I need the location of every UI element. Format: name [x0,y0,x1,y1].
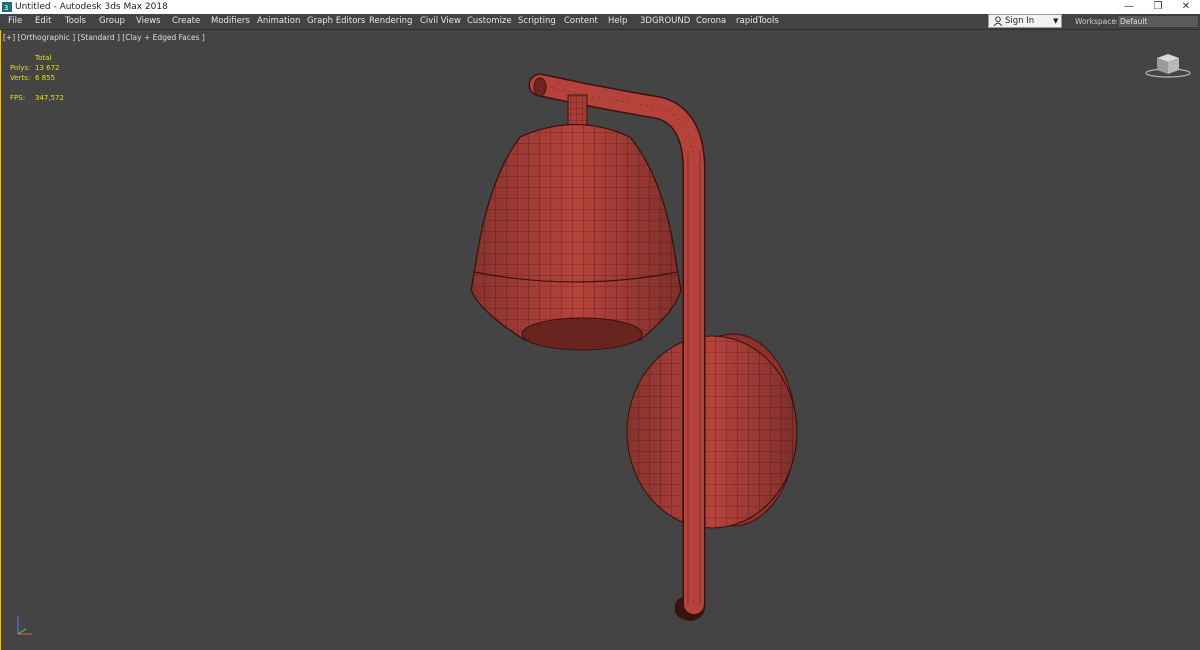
menu-civil-view[interactable]: Civil View [420,14,461,29]
user-icon [993,16,1003,26]
workspace-select[interactable]: Default [1117,15,1199,28]
menu-tools[interactable]: Tools [65,14,86,29]
workspaces-label: Workspaces: [1075,17,1123,26]
3ds-max-icon: 3 [2,2,12,12]
chevron-down-icon: ▼ [1053,17,1059,25]
menu-views[interactable]: Views [136,14,161,29]
wall-lamp-model[interactable] [0,30,1200,650]
menu-customize[interactable]: Customize [467,14,512,29]
axis-tripod-icon [17,616,32,635]
menu-scripting[interactable]: Scripting [518,14,556,29]
menu-modifiers[interactable]: Modifiers [211,14,250,29]
menu-rapidtools[interactable]: rapidTools [736,14,779,29]
menu-edit[interactable]: Edit [35,14,51,29]
wall-plate [626,333,798,529]
title-bar: 3 Untitled - Autodesk 3ds Max 2018 — ❐ ✕ [0,0,1200,14]
menu-animation[interactable]: Animation [257,14,300,29]
menu-file[interactable]: File [8,14,22,29]
menu-rendering[interactable]: Rendering [369,14,412,29]
window-title: Untitled - Autodesk 3ds Max 2018 [15,2,168,12]
sign-in-dropdown[interactable]: Sign In ▼ [988,14,1062,28]
menu-create[interactable]: Create [172,14,200,29]
menu-content[interactable]: Content [564,14,598,29]
shade-neck [567,94,588,128]
menu-graph-editors[interactable]: Graph Editors [307,14,365,29]
minimize-button[interactable]: — [1115,0,1143,14]
restore-button[interactable]: ❐ [1144,0,1172,14]
sign-in-label: Sign In [1005,16,1035,26]
svg-text:3: 3 [4,4,8,12]
close-button[interactable]: ✕ [1172,0,1200,14]
menu-3dground[interactable]: 3DGROUND [640,14,690,29]
menu-corona[interactable]: Corona [696,14,726,29]
lamp-shade [470,124,682,351]
menu-group[interactable]: Group [99,14,125,29]
menu-help[interactable]: Help [608,14,627,29]
